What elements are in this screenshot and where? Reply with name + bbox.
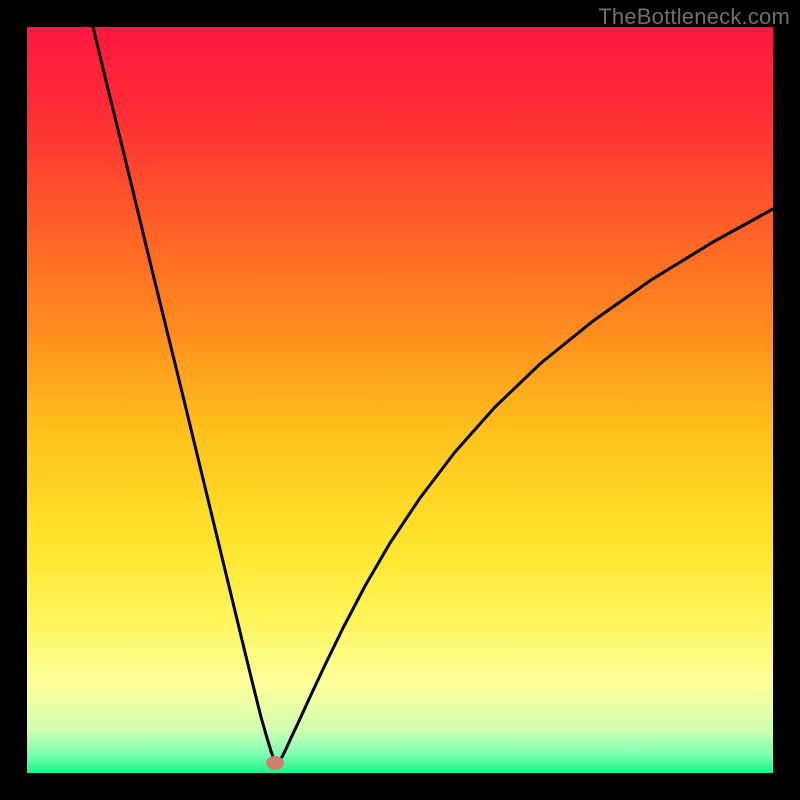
chart-frame: TheBottleneck.com xyxy=(0,0,800,800)
watermark-text: TheBottleneck.com xyxy=(598,4,790,30)
plot-area xyxy=(27,27,773,773)
bottleneck-marker xyxy=(266,756,284,770)
bottleneck-curve xyxy=(27,27,773,773)
